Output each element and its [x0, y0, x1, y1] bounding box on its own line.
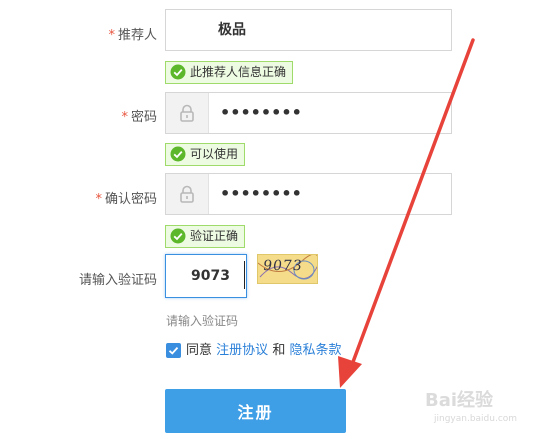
- captcha-label: 请输入验证码: [79, 269, 157, 288]
- referrer-label: * 推荐人: [108, 24, 157, 43]
- lock-icon-box: [166, 174, 209, 214]
- referrer-ok-message: 此推荐人信息正确: [165, 61, 294, 84]
- password-value: ••••••••: [220, 103, 302, 122]
- lock-icon: [180, 104, 194, 122]
- check-circle-icon: [170, 228, 186, 244]
- referrer-value: 极品: [218, 22, 246, 38]
- captcha-image[interactable]: 9073: [257, 254, 318, 284]
- referrer-label-text: 推荐人: [117, 28, 157, 43]
- captcha-label-text: 请输入验证码: [78, 273, 157, 288]
- referrer-input[interactable]: 极品: [165, 9, 452, 51]
- captcha-image-text: 9073: [261, 258, 304, 274]
- terms-link[interactable]: 注册协议: [216, 343, 268, 358]
- captcha-hint: 请输入验证码: [166, 314, 239, 328]
- password-label-text: 密码: [130, 110, 157, 125]
- agreement-text: 同意 注册协议 和 隐私条款: [186, 342, 341, 360]
- text-caret: [244, 261, 245, 289]
- privacy-link[interactable]: 隐私条款: [289, 343, 341, 358]
- agreement-and: 和: [272, 343, 286, 358]
- watermark-logo: Bai经验: [425, 390, 494, 411]
- checkbox-checked-icon[interactable]: [166, 343, 181, 358]
- agreement-prefix: 同意: [186, 343, 213, 358]
- lock-icon-box: [166, 93, 209, 133]
- confirm-password-value: ••••••••: [220, 184, 302, 203]
- captcha-value: 9073: [191, 268, 230, 284]
- required-mark: *: [108, 28, 115, 43]
- confirm-password-ok-message: 验证正确: [165, 225, 246, 248]
- password-label: * 密码: [121, 106, 157, 125]
- confirm-password-input[interactable]: ••••••••: [165, 173, 452, 215]
- required-mark: *: [95, 192, 102, 207]
- captcha-input[interactable]: 9073: [165, 254, 247, 298]
- register-button[interactable]: 注册: [165, 389, 346, 433]
- confirm-password-label-text: 确认密码: [104, 192, 157, 207]
- confirm-password-ok-text: 验证正确: [190, 229, 239, 243]
- required-mark: *: [121, 110, 128, 125]
- password-ok-text: 可以使用: [190, 147, 239, 161]
- check-circle-icon: [170, 146, 186, 162]
- check-circle-icon: [170, 64, 186, 80]
- lock-icon: [180, 185, 194, 203]
- password-input[interactable]: ••••••••: [165, 92, 452, 134]
- watermark-url: jingyan.baidu.com: [434, 414, 518, 424]
- confirm-password-label: * 确认密码: [95, 188, 157, 207]
- referrer-ok-text: 此推荐人信息正确: [190, 65, 287, 79]
- password-ok-message: 可以使用: [165, 143, 246, 166]
